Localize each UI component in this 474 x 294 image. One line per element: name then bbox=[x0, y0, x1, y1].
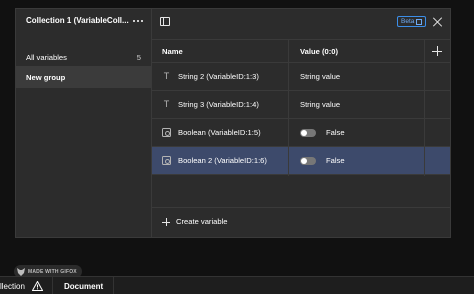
more-options-icon[interactable] bbox=[132, 15, 144, 27]
group-item-all-variables[interactable]: All variables 5 bbox=[16, 46, 151, 68]
variable-name[interactable]: Boolean 2 (VariableID:1:6) bbox=[178, 156, 267, 165]
tab-collection[interactable]: llection bbox=[0, 282, 25, 291]
group-label: All variables bbox=[26, 53, 67, 62]
table-row[interactable]: T String 2 (VariableID:1:3) String value bbox=[152, 63, 450, 91]
bottom-bar: llection Document bbox=[0, 276, 474, 294]
column-header-value[interactable]: Value (0:0) bbox=[300, 47, 338, 56]
boolean-toggle[interactable] bbox=[300, 129, 316, 137]
table-row-selected[interactable]: Boolean 2 (VariableID:1:6) False bbox=[152, 147, 450, 175]
collection-title[interactable]: Collection 1 (VariableColl... bbox=[26, 16, 129, 25]
plus-icon bbox=[162, 218, 170, 226]
group-count: 5 bbox=[136, 53, 141, 62]
warning-icon[interactable] bbox=[32, 281, 43, 291]
string-type-icon: T bbox=[163, 71, 170, 81]
tab-document[interactable]: Document bbox=[64, 282, 103, 291]
fox-icon bbox=[17, 267, 25, 276]
beta-badge[interactable]: Beta bbox=[397, 16, 427, 27]
watermark-text: MADE WITH GIFOX bbox=[28, 268, 77, 275]
sidebar-toggle-icon[interactable] bbox=[160, 17, 170, 26]
table-row[interactable]: T String 3 (VariableID:1:4) String value bbox=[152, 91, 450, 119]
add-mode-icon[interactable] bbox=[432, 46, 442, 56]
app-window: Collection 1 (VariableColl... All variab… bbox=[0, 0, 474, 294]
group-label: New group bbox=[26, 73, 66, 82]
variable-value[interactable]: String value bbox=[300, 100, 340, 109]
boolean-type-icon bbox=[162, 128, 171, 137]
bar-divider bbox=[52, 277, 53, 294]
create-variable-button[interactable]: Create variable bbox=[152, 207, 450, 237]
column-divider bbox=[424, 39, 425, 176]
string-type-icon: T bbox=[163, 99, 170, 109]
boolean-type-icon bbox=[162, 156, 171, 165]
create-variable-label: Create variable bbox=[176, 217, 228, 226]
table-header: Name Value (0:0) bbox=[152, 39, 450, 63]
column-divider bbox=[288, 39, 289, 176]
boolean-toggle[interactable] bbox=[300, 157, 316, 165]
beta-label: Beta bbox=[401, 18, 415, 25]
variable-name[interactable]: String 3 (VariableID:1:4) bbox=[178, 100, 259, 109]
close-icon[interactable] bbox=[433, 17, 443, 27]
external-link-icon bbox=[416, 18, 423, 25]
collection-header[interactable]: Collection 1 (VariableColl... bbox=[16, 9, 151, 34]
group-item-new-group[interactable]: New group bbox=[16, 66, 151, 88]
local-variables-modal: Collection 1 (VariableColl... All variab… bbox=[15, 8, 451, 238]
table-row[interactable]: Boolean (VariableID:1:5) False bbox=[152, 119, 450, 147]
variable-name[interactable]: String 2 (VariableID:1:3) bbox=[178, 72, 259, 81]
variable-value[interactable]: False bbox=[326, 156, 345, 165]
bar-divider bbox=[113, 277, 114, 294]
variable-value[interactable]: False bbox=[326, 128, 345, 137]
variables-pane: Beta Name Value (0:0) T String 2 (Variab… bbox=[152, 9, 450, 237]
variables-toolbar: Beta bbox=[152, 9, 450, 35]
collections-sidebar: Collection 1 (VariableColl... All variab… bbox=[16, 9, 151, 237]
variable-name[interactable]: Boolean (VariableID:1:5) bbox=[178, 128, 261, 137]
variable-value[interactable]: String value bbox=[300, 72, 340, 81]
column-header-name: Name bbox=[162, 47, 183, 56]
